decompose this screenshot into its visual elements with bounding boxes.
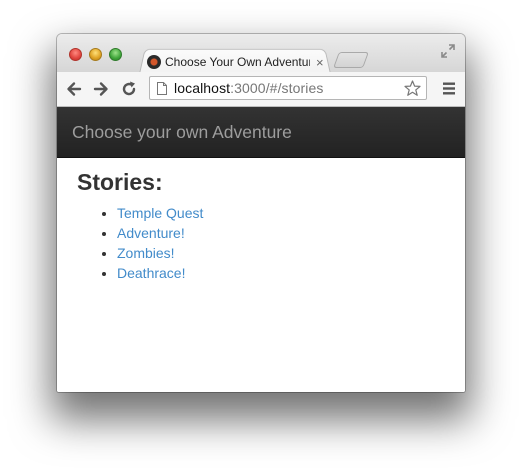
stories-heading: Stories: — [77, 169, 163, 195]
list-item: Temple Quest — [117, 203, 465, 223]
navbar-brand[interactable]: Choose your own Adventure — [57, 107, 465, 157]
back-arrow-icon[interactable] — [65, 80, 83, 98]
new-tab-button[interactable] — [333, 52, 369, 68]
reload-icon[interactable] — [120, 80, 138, 98]
tab-title: Choose Your Own Adventure — [165, 55, 310, 69]
tab-close-icon[interactable]: × — [316, 56, 324, 69]
bookmark-star-icon[interactable] — [404, 80, 421, 97]
story-link-deathrace[interactable]: Deathrace! — [117, 265, 185, 281]
tab-strip: Choose Your Own Adventure × — [57, 34, 465, 74]
page-content: Choose your own Adventure Stories: Templ… — [57, 107, 465, 392]
browser-tab-content[interactable]: Choose Your Own Adventure × — [147, 52, 325, 72]
list-item: Deathrace! — [117, 263, 465, 283]
url-host: localhost — [174, 80, 231, 96]
page-icon — [157, 81, 167, 95]
window-close-button[interactable] — [69, 48, 82, 61]
story-link-zombies[interactable]: Zombies! — [117, 245, 175, 261]
story-link-temple-quest[interactable]: Temple Quest — [117, 205, 203, 221]
url-text: localhost:3000/#/stories — [174, 80, 324, 96]
list-item: Zombies! — [117, 243, 465, 263]
navbar: Choose your own Adventure — [57, 107, 465, 158]
forward-arrow-icon[interactable] — [92, 80, 110, 98]
url-path: :3000/#/stories — [230, 80, 324, 96]
stories-list: Temple Quest Adventure! Zombies! Deathra… — [57, 203, 465, 283]
browser-toolbar: localhost:3000/#/stories — [57, 72, 465, 107]
favicon-icon — [147, 55, 161, 69]
window-zoom-button[interactable] — [109, 48, 122, 61]
browser-window: Choose Your Own Adventure × localhost:30… — [57, 34, 465, 392]
menu-icon[interactable] — [443, 82, 455, 95]
window-minimize-button[interactable] — [89, 48, 102, 61]
fullscreen-icon[interactable] — [441, 44, 455, 58]
address-bar[interactable]: localhost:3000/#/stories — [149, 76, 427, 100]
list-item: Adventure! — [117, 223, 465, 243]
story-link-adventure[interactable]: Adventure! — [117, 225, 185, 241]
